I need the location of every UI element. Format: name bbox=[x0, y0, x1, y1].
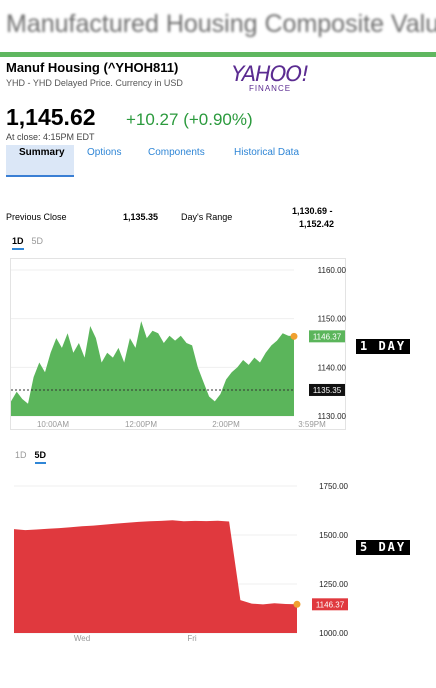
previous-close-tag-label: 1135.35 bbox=[313, 386, 342, 395]
app-banner: Manufactured Housing Composite Value bbox=[0, 0, 436, 57]
range-toggle-1: 1D 5D bbox=[12, 236, 51, 250]
banner-title: Manufactured Housing Composite Value bbox=[6, 10, 436, 38]
y-tick-label: 1000.00 bbox=[319, 629, 348, 638]
price-change: +10.27 (+0.90%) bbox=[126, 110, 253, 129]
previous-close-label: Previous Close bbox=[6, 212, 67, 222]
days-range-low: 1,130.69 - bbox=[292, 206, 333, 216]
tab-summary[interactable]: Summary bbox=[6, 145, 74, 177]
x-tick-label: 3:59PM bbox=[298, 420, 326, 429]
tab-components[interactable]: Components bbox=[148, 145, 205, 175]
y-tick-label: 1160.00 bbox=[318, 266, 347, 275]
days-range-label: Day's Range bbox=[181, 212, 233, 222]
range-toggle-2: 1D 5D bbox=[15, 450, 54, 464]
x-tick-label: 12:00PM bbox=[125, 420, 157, 429]
days-range-high: 1,152.42 bbox=[299, 219, 335, 229]
one-day-stamp: 1 DAY bbox=[356, 339, 411, 354]
stock-name: Manuf Housing (^YHOH811) bbox=[6, 60, 179, 75]
five-day-stamp: 5 DAY bbox=[356, 540, 411, 555]
five-day-chart: 1146.37 1750.00 1500.00 1250.00 1000.00 Wed Fr… bbox=[14, 482, 349, 643]
y-tick-label: 1500.00 bbox=[319, 531, 348, 540]
y-tick-label: 1140.00 bbox=[318, 363, 347, 372]
stock-subtitle: YHD - YHD Delayed Price. Currency in USD bbox=[6, 78, 183, 88]
stock-price: 1,145.62 bbox=[6, 104, 96, 130]
current-value-tag-label: 1146.37 bbox=[316, 600, 345, 609]
series-area bbox=[14, 520, 297, 633]
logo-main: YAHOO! bbox=[231, 62, 310, 86]
range-5d-button-2[interactable]: 5D bbox=[34, 450, 47, 464]
y-tick-label: 1150.00 bbox=[318, 315, 347, 324]
range-1d-button[interactable]: 1D bbox=[12, 236, 24, 250]
x-tick-label: Wed bbox=[74, 634, 90, 643]
tab-options[interactable]: Options bbox=[87, 145, 121, 175]
y-tick-label: 1750.00 bbox=[319, 482, 348, 491]
x-tick-label: 10:00AM bbox=[37, 420, 69, 429]
tab-historical-data[interactable]: Historical Data bbox=[234, 145, 299, 175]
intraday-chart: 1135.351146.371160.001150.001140.001130.… bbox=[10, 258, 347, 430]
current-value-dot bbox=[293, 600, 301, 608]
previous-close-value: 1,135.35 bbox=[123, 212, 159, 222]
current-value-dot bbox=[290, 332, 298, 340]
yahoo-finance-logo: YAHOO! FINANCE bbox=[230, 64, 310, 94]
range-1d-button-2[interactable]: 1D bbox=[15, 450, 27, 460]
current-value-tag-label: 1146.37 bbox=[313, 332, 342, 341]
x-tick-label: 2:00PM bbox=[212, 420, 240, 429]
close-time: At close: 4:15PM EDT bbox=[6, 132, 95, 142]
x-tick-label: Fri bbox=[187, 634, 197, 643]
series-area bbox=[11, 321, 294, 416]
y-tick-label: 1250.00 bbox=[319, 580, 348, 589]
range-5d-button[interactable]: 5D bbox=[32, 236, 44, 246]
